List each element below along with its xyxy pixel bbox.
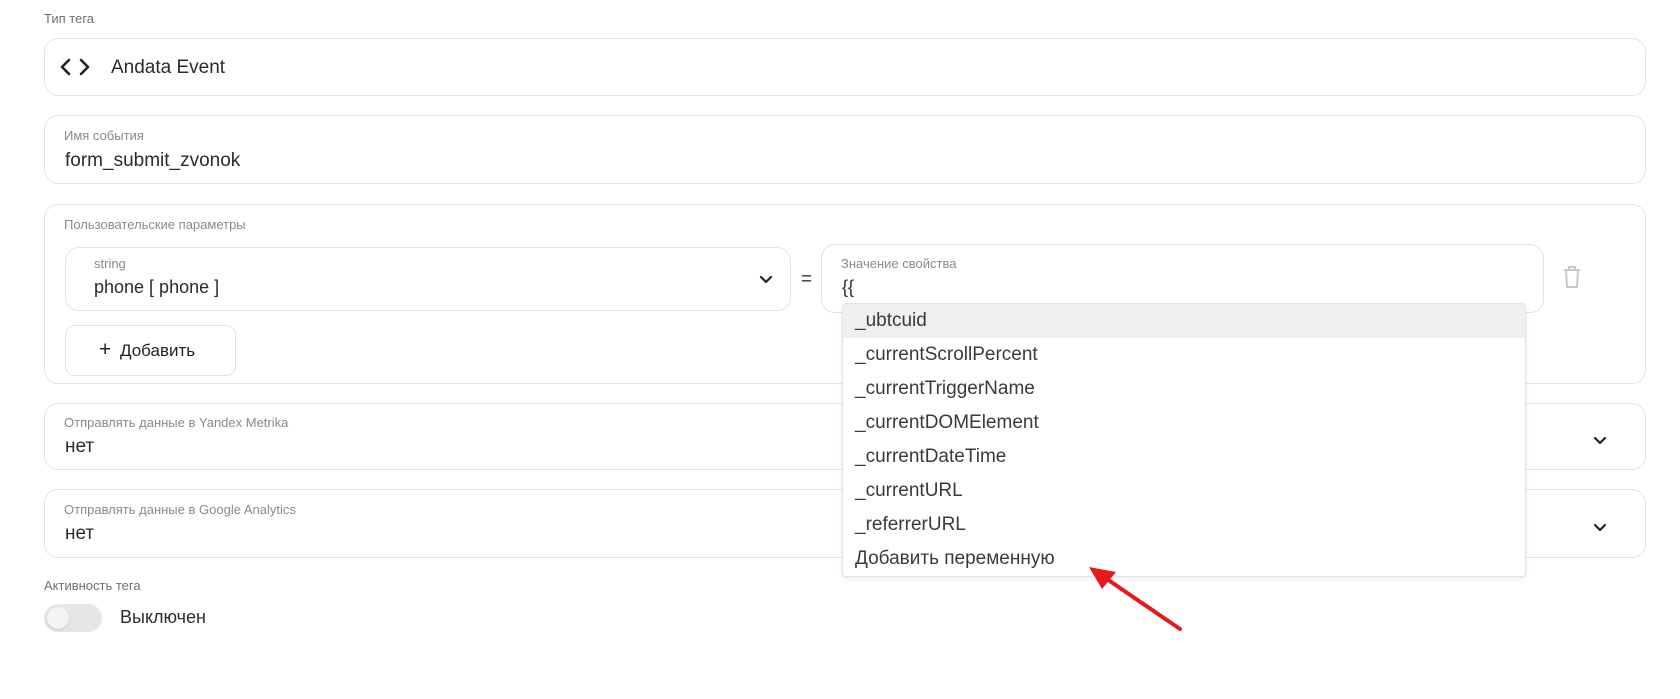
chevron-down-icon: [757, 270, 775, 293]
code-icon: [59, 56, 91, 83]
chevron-down-icon: [1591, 431, 1609, 454]
dropdown-item[interactable]: _currentDateTime: [843, 440, 1525, 474]
tag-activity-label: Активность тега: [44, 578, 141, 593]
param-value-label: Значение свойства: [841, 256, 957, 271]
dropdown-item[interactable]: _currentTriggerName: [843, 372, 1525, 406]
variable-dropdown: _ubtcuid _currentScrollPercent _currentT…: [842, 303, 1526, 577]
plus-icon: +: [99, 338, 112, 361]
activity-status: Выключен: [120, 607, 206, 627]
param-key-type: string: [94, 256, 126, 271]
custom-params-label: Пользовательские параметры: [64, 217, 246, 232]
event-name-input[interactable]: form_submit_zvonok: [65, 150, 240, 172]
param-key-select[interactable]: string phone [ phone ]: [65, 247, 791, 311]
activity-toggle[interactable]: [44, 604, 102, 632]
dropdown-item[interactable]: _referrerURL: [843, 508, 1525, 542]
google-analytics-value: нет: [65, 523, 95, 544]
dropdown-item[interactable]: _currentScrollPercent: [843, 338, 1525, 372]
add-param-label: Добавить: [120, 341, 196, 360]
event-name-field[interactable]: Имя события form_submit_zvonok: [44, 115, 1646, 184]
chevron-down-icon: [1591, 518, 1609, 541]
tag-type-field[interactable]: Andata Event: [44, 38, 1646, 96]
event-name-label: Имя события: [64, 128, 144, 143]
param-key-value: phone [ phone ]: [94, 277, 220, 297]
dropdown-item[interactable]: _currentDOMElement: [843, 406, 1525, 440]
tag-type-value: Andata Event: [111, 57, 226, 78]
google-analytics-label: Отправлять данные в Google Analytics: [64, 502, 296, 517]
equals-sign: =: [801, 269, 813, 290]
dropdown-item[interactable]: _currentURL: [843, 474, 1525, 508]
add-param-button[interactable]: + Добавить: [65, 325, 236, 376]
red-arrow-annotation: [1089, 567, 1182, 631]
param-value-input[interactable]: {{: [842, 277, 854, 298]
yandex-metrika-value: нет: [65, 436, 95, 457]
trash-icon[interactable]: [1561, 264, 1583, 295]
tag-type-label: Тип тега: [44, 11, 95, 26]
dropdown-item[interactable]: _ubtcuid: [843, 304, 1525, 338]
yandex-metrika-label: Отправлять данные в Yandex Metrika: [64, 415, 289, 430]
toggle-knob: [47, 607, 69, 629]
